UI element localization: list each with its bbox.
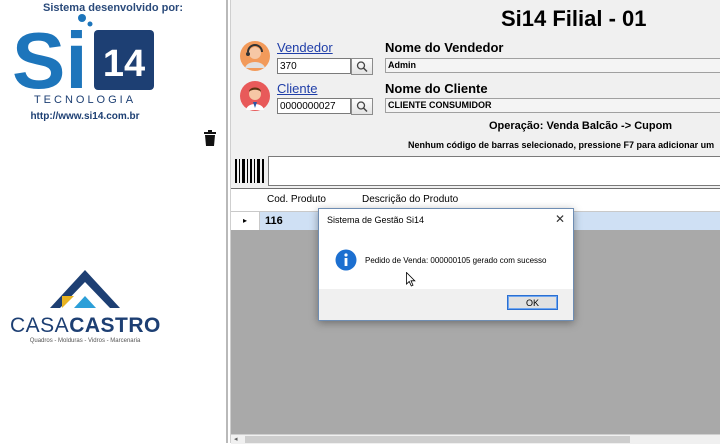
column-header-description[interactable]: Descrição do Produto	[362, 194, 458, 205]
developed-by-caption: Sistema desenvolvido por:	[43, 2, 183, 14]
client-brand-tagline: Quadros - Molduras - Vidros - Marcenaria	[29, 338, 141, 344]
info-icon	[335, 249, 357, 271]
dialog-title: Sistema de Gestão Si14	[327, 215, 425, 225]
barcode-input[interactable]	[268, 156, 720, 186]
client-brand-name: CASACASTRO	[10, 314, 161, 337]
dialog-message: Pedido de Venda: 000000105 gerado com su…	[365, 256, 547, 265]
client-link[interactable]: Cliente	[277, 81, 317, 96]
vendor-code-input[interactable]	[277, 58, 351, 74]
column-header-code[interactable]: Cod. Produto	[267, 194, 326, 205]
client-avatar-icon	[240, 81, 270, 111]
casacastro-logo	[50, 270, 120, 308]
vendor-name-field[interactable]: Admin	[385, 58, 720, 73]
ok-button[interactable]: OK	[507, 295, 558, 310]
search-icon	[356, 101, 368, 113]
row-selector-icon[interactable]: ▸	[231, 212, 260, 230]
company-url: http://www.si14.com.br	[30, 111, 140, 122]
mouse-cursor-icon	[406, 272, 416, 287]
product-code-cell: 116	[265, 215, 283, 227]
vendor-search-button[interactable]	[351, 58, 373, 75]
client-search-button[interactable]	[351, 98, 373, 115]
svg-text:Si: Si	[12, 16, 88, 94]
operation-label: Operação: Venda Balcão -> Cupom	[489, 120, 673, 132]
branding-panel: Sistema desenvolvido por: Si 14 TECNOLOG…	[0, 0, 228, 443]
vendor-link[interactable]: Vendedor	[277, 40, 333, 55]
branch-title: Si14 Filial - 01	[501, 6, 647, 31]
client-code-input[interactable]	[277, 98, 351, 114]
trash-icon[interactable]	[203, 130, 217, 146]
svg-text:14: 14	[103, 43, 145, 85]
vendor-name-label: Nome do Vendedor	[385, 40, 504, 55]
logo-tecnologia: TECNOLOGIA	[33, 94, 137, 106]
dialog-footer: OK	[319, 289, 573, 320]
barcode-hint: Nenhum código de barras selecionado, pre…	[408, 140, 715, 150]
success-dialog: Sistema de Gestão Si14 ✕ Pedido de Venda…	[318, 208, 574, 321]
scrollbar-thumb[interactable]	[245, 436, 630, 443]
client-name-field[interactable]: CLIENTE CONSUMIDOR	[385, 98, 720, 113]
scroll-left-icon[interactable]: ◂	[234, 435, 238, 443]
vendor-avatar-icon	[240, 41, 270, 71]
close-icon[interactable]: ✕	[555, 212, 565, 226]
barcode-icon	[235, 159, 264, 183]
client-name-label: Nome do Cliente	[385, 81, 488, 96]
si14-logo: Si 14	[12, 14, 154, 94]
search-icon	[356, 61, 368, 73]
